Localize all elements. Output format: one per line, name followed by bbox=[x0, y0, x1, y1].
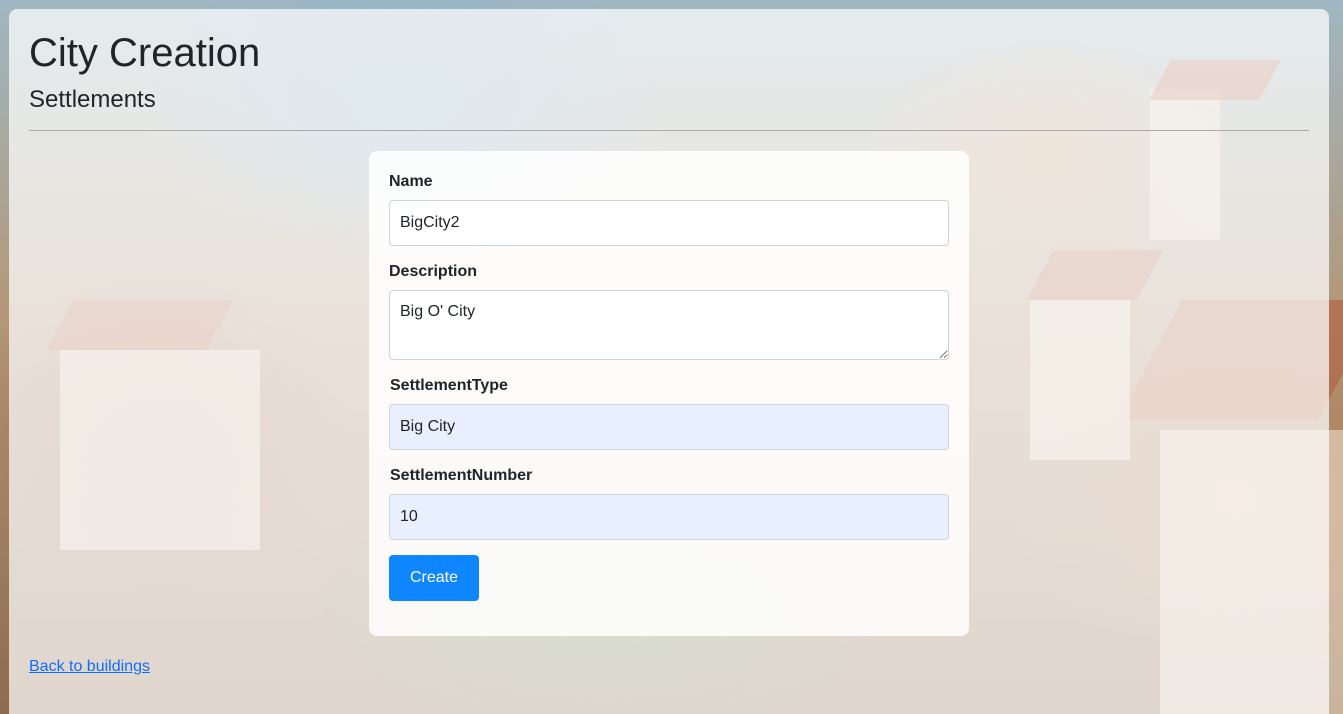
page-subtitle: Settlements bbox=[29, 86, 156, 113]
back-to-buildings-link[interactable]: Back to buildings bbox=[29, 658, 150, 676]
create-button[interactable]: Create bbox=[389, 555, 479, 601]
name-label: Name bbox=[389, 173, 433, 190]
divider bbox=[29, 130, 1309, 131]
settlement-type-label: SettlementType bbox=[390, 377, 508, 394]
description-textarea[interactable]: Big O' City bbox=[389, 290, 949, 360]
settlement-type-input[interactable] bbox=[389, 404, 949, 450]
settlement-number-input[interactable] bbox=[389, 494, 949, 540]
page-title: City Creation bbox=[29, 31, 261, 75]
name-input[interactable] bbox=[389, 200, 949, 246]
description-label: Description bbox=[389, 263, 478, 280]
settlement-number-label: SettlementNumber bbox=[390, 467, 533, 484]
